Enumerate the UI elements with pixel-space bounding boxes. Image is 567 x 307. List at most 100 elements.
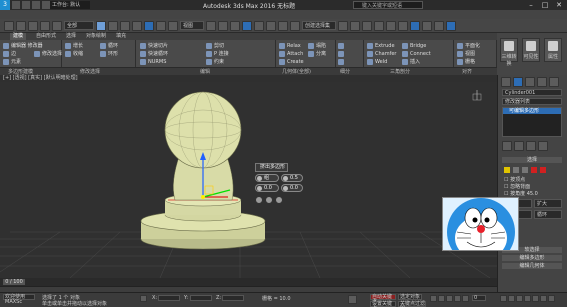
layer-manager-icon[interactable] (362, 20, 372, 31)
polygon-subobject-icon[interactable] (531, 167, 537, 173)
time-slider-thumb[interactable]: 0 / 100 (3, 279, 25, 285)
prev-frame-icon[interactable] (438, 295, 445, 302)
play-icon[interactable] (446, 295, 453, 302)
spinner-snap-icon[interactable] (278, 20, 288, 31)
caddy-outline-field[interactable]: 0.0 (281, 184, 303, 192)
ribbon-item[interactable]: Extrude (367, 42, 395, 49)
ribbon-item[interactable]: P 连接 (206, 50, 229, 57)
edit-geometry-rollout[interactable]: 编辑几何体 (502, 263, 562, 269)
remove-modifier-icon[interactable] (538, 141, 548, 151)
pivot-center-icon[interactable] (206, 20, 216, 31)
ribbon-item[interactable]: 塌陷 (308, 42, 326, 49)
ribbon-item[interactable]: 环形 (100, 50, 118, 57)
z-coord-field[interactable] (222, 295, 244, 301)
ribbon-item[interactable]: Attach (279, 50, 303, 57)
show-end-result-icon[interactable] (514, 141, 524, 151)
set-key-button[interactable]: 设置关键点 (370, 301, 396, 307)
edge-subobject-icon[interactable] (513, 167, 519, 173)
maximize-button[interactable]: □ (539, 0, 551, 10)
hierarchy-tab-icon[interactable] (525, 77, 535, 87)
lock-selection-icon[interactable] (140, 295, 147, 302)
select-move-icon[interactable] (144, 20, 154, 31)
element-subobject-icon[interactable] (540, 167, 546, 173)
border-subobject-icon[interactable] (522, 167, 528, 173)
ribbon-item[interactable]: 修改选择 (34, 50, 62, 57)
caddy-type-field[interactable]: 组 (255, 174, 279, 182)
object-name-field[interactable]: Cylinder001 (502, 89, 562, 96)
loop-button[interactable]: 循环 (534, 210, 562, 219)
bind-spacewarp-icon[interactable] (52, 20, 62, 31)
window-crossing-icon[interactable] (132, 20, 142, 31)
pan-icon[interactable] (532, 295, 539, 302)
zoom-extents-icon[interactable] (516, 295, 523, 302)
selection-rollout-header[interactable]: 选择 (502, 157, 562, 163)
ribbon-item[interactable] (338, 42, 344, 49)
maxscript-listener[interactable]: 欢迎使用 MAXSc (3, 294, 35, 305)
mirror-icon[interactable] (338, 20, 348, 31)
save-file-icon[interactable] (32, 1, 40, 9)
graphite-toggle-icon[interactable] (374, 20, 384, 31)
ribbon-item[interactable]: 分离 (308, 50, 326, 57)
ribbon-item[interactable]: 插入 (402, 58, 420, 65)
caddy-cancel-button[interactable] (275, 196, 283, 204)
new-file-icon[interactable] (12, 1, 20, 9)
link-icon[interactable] (28, 20, 38, 31)
goto-end-icon[interactable] (462, 295, 469, 302)
keyboard-shortcut-icon[interactable] (230, 20, 240, 31)
align-icon[interactable] (350, 20, 360, 31)
motion-tab-icon[interactable] (537, 77, 547, 87)
curve-editor-icon[interactable] (386, 20, 396, 31)
by-vertex-checkbox[interactable]: ☐ 按顶点 (504, 177, 538, 184)
zoom-icon[interactable] (500, 295, 507, 302)
select-object-icon[interactable] (96, 20, 106, 31)
render-production-icon[interactable] (446, 20, 456, 31)
visibility-button[interactable]: 可见性 (522, 38, 540, 62)
caddy-amount-field[interactable]: 0.0 (255, 184, 279, 192)
undo-icon[interactable] (42, 1, 50, 9)
ribbon-item[interactable]: Weld (367, 58, 387, 65)
ribbon-item[interactable]: 约束 (206, 58, 224, 65)
pin-stack-icon[interactable] (502, 141, 512, 151)
edit-named-selection-icon[interactable] (290, 20, 300, 31)
display-tab-icon[interactable] (549, 77, 559, 87)
modifier-list-dropdown[interactable]: 修改器列表 (502, 98, 562, 105)
angle-value[interactable]: 45.0 (527, 191, 538, 197)
redo-button-icon[interactable] (16, 20, 26, 31)
ribbon-item[interactable]: 循环 (100, 42, 118, 49)
app-logo-icon[interactable]: 3 (0, 0, 10, 10)
create-tab-icon[interactable] (501, 77, 511, 87)
ribbon-item[interactable]: 快速循环 (140, 50, 168, 57)
ribbon-item[interactable]: 视图 (457, 50, 475, 57)
unlink-icon[interactable] (40, 20, 50, 31)
caddy-height-field[interactable]: 0.5 (281, 174, 303, 182)
x-coord-field[interactable] (158, 295, 180, 301)
open-file-icon[interactable] (22, 1, 30, 9)
select-rotate-icon[interactable] (156, 20, 166, 31)
selection-filter-dropdown[interactable]: 全部 (64, 21, 94, 30)
close-button[interactable]: ✕ (553, 0, 565, 10)
current-frame-field[interactable]: 0 (472, 295, 486, 301)
add-time-tag-icon[interactable] (348, 295, 357, 304)
convert-3d-button[interactable]: 三维转换 (500, 38, 518, 67)
search-input[interactable]: 键入关键字或短语 (353, 1, 423, 9)
reference-coordinate-dropdown[interactable]: 视图 (180, 21, 204, 30)
autokey-button[interactable]: 自动关键点 (370, 294, 396, 305)
ribbon-item[interactable]: Chamfer (367, 50, 397, 57)
ribbon-item[interactable]: Create (279, 58, 304, 65)
ribbon-tab-object-paint[interactable]: 对象绘制 (86, 33, 106, 40)
perspective-viewport[interactable]: 挤出多边形 组 0.5 0.0 0.0 (0, 82, 497, 278)
ribbon-tab-freeform[interactable]: 自由形式 (36, 33, 56, 40)
ribbon-item[interactable]: 快速切片 (140, 42, 168, 49)
named-selection-dropdown[interactable]: 创建选择集 (302, 21, 336, 30)
render-setup-icon[interactable] (422, 20, 432, 31)
ribbon-item[interactable] (338, 50, 344, 57)
snap-toggle-icon[interactable] (242, 20, 252, 31)
properties-button[interactable]: 属性 (544, 38, 562, 62)
next-frame-icon[interactable] (454, 295, 461, 302)
caddy-apply-button[interactable] (265, 196, 273, 204)
key-filters-button[interactable]: 关键点过滤器... (398, 301, 426, 307)
workspace-dropdown[interactable]: 工作台: 默认 (50, 1, 90, 9)
ribbon-item[interactable]: 栅格 (457, 58, 475, 65)
time-slider[interactable]: 0 / 100 (0, 278, 497, 286)
ribbon-item[interactable]: Connect (402, 50, 431, 57)
